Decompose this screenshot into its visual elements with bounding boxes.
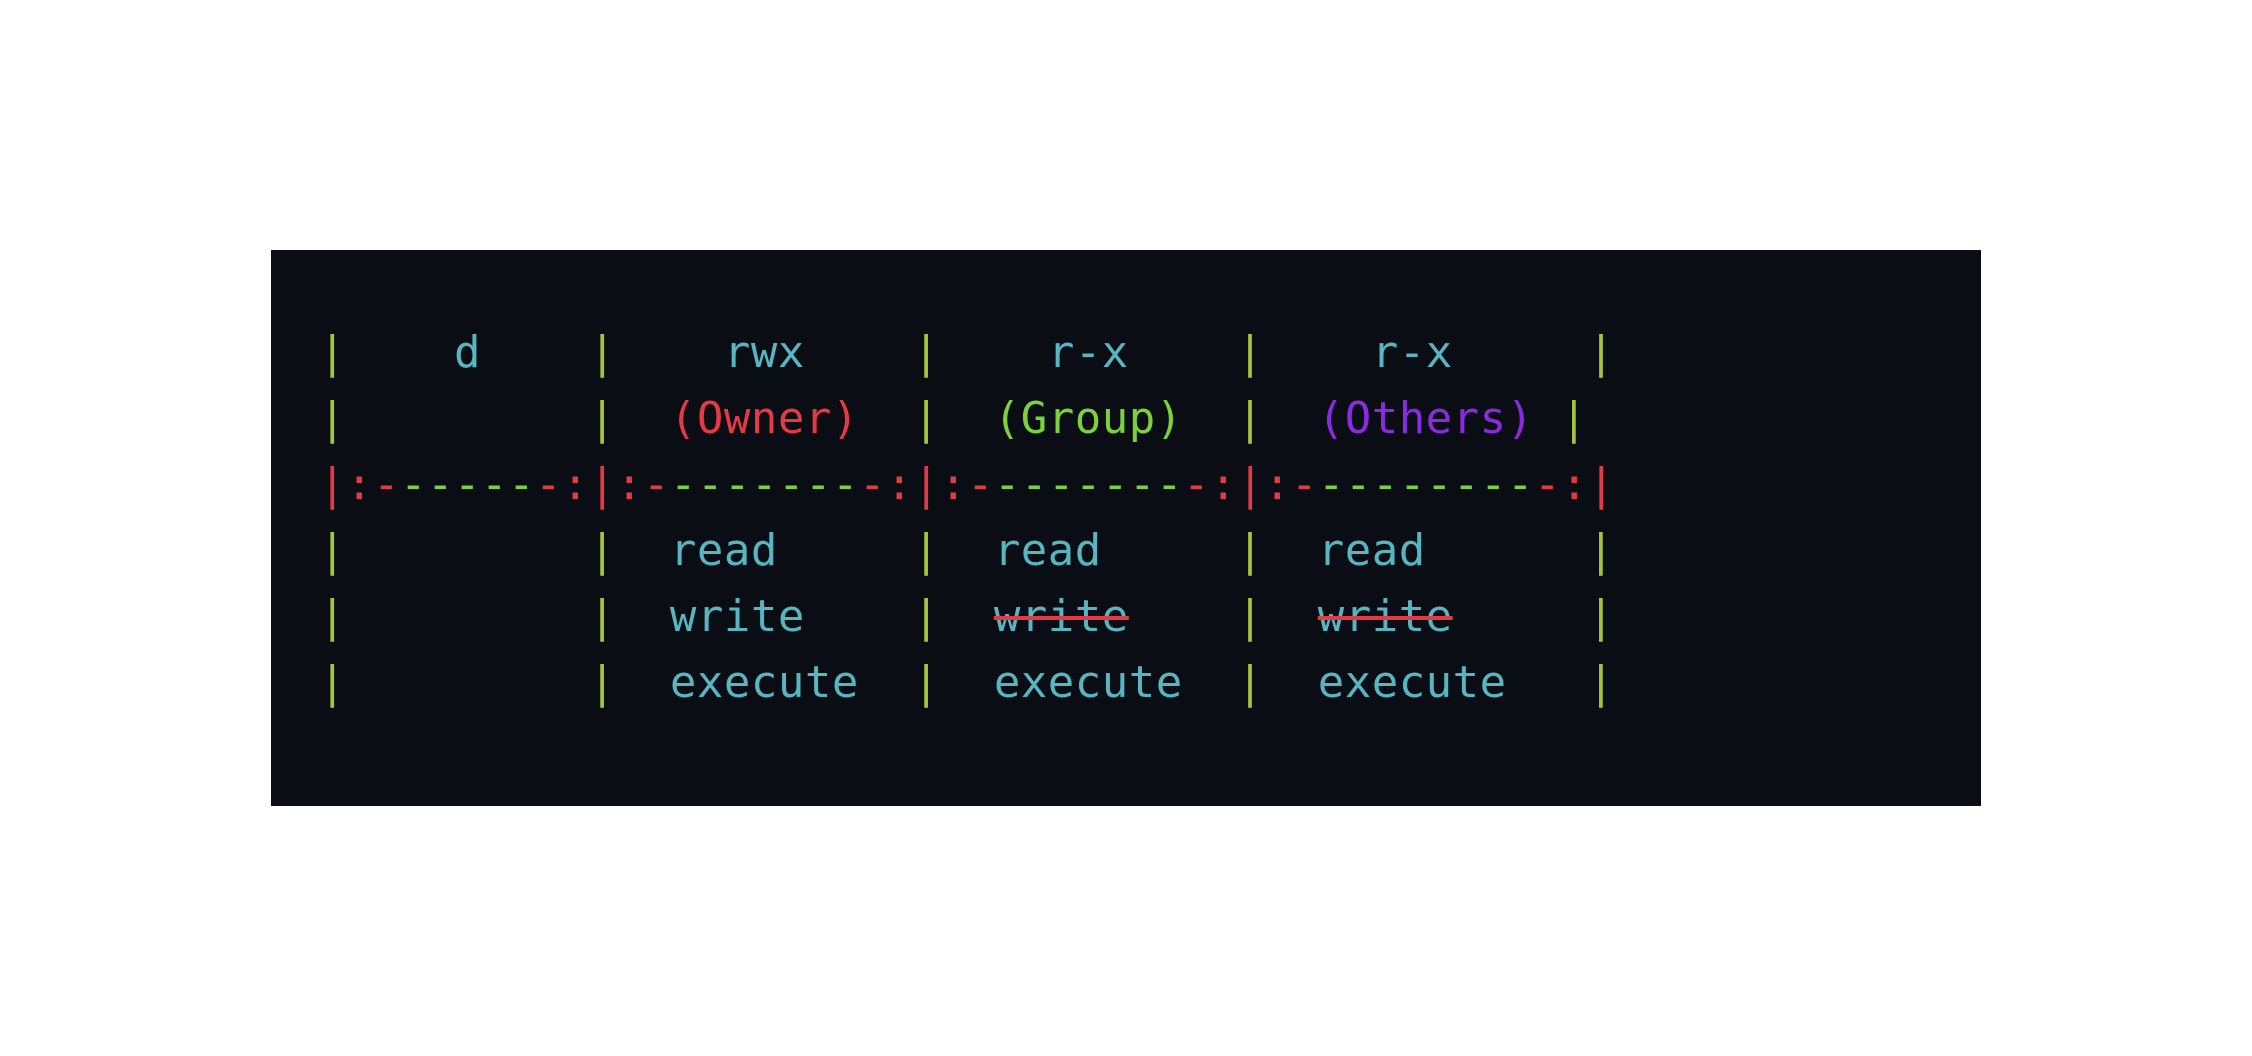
pipe-icon: |	[913, 657, 940, 708]
colon-icon: :	[886, 459, 913, 510]
pipe-icon: |	[319, 591, 346, 642]
dash-icon: -	[1075, 459, 1102, 510]
pipe-icon: |	[1588, 459, 1615, 510]
dash-icon: -	[508, 459, 535, 510]
dash-icon: -	[967, 459, 994, 510]
dash-icon: -	[1183, 459, 1210, 510]
dash-icon: -	[1453, 459, 1480, 510]
pipe-icon: |	[913, 327, 940, 378]
row-separator: |:-------:|:---------:|:---------:|:----…	[319, 452, 1933, 518]
pipe-icon: |	[1588, 657, 1615, 708]
dash-icon: -	[1102, 459, 1129, 510]
colon-icon: :	[346, 459, 373, 510]
perm-read-owner: read	[670, 525, 778, 576]
role-others: (Others)	[1318, 393, 1534, 444]
perm-read-group: read	[994, 525, 1102, 576]
perm-write-group-denied: write	[994, 591, 1129, 642]
flag-others: r-x	[1372, 327, 1453, 378]
perm-write-others-denied: write	[1318, 591, 1453, 642]
colon-icon: :	[940, 459, 967, 510]
pipe-icon: |	[319, 657, 346, 708]
dash-icon: -	[1021, 459, 1048, 510]
colon-icon: :	[1210, 459, 1237, 510]
row-write: | | write | write | write |	[319, 584, 1933, 650]
pipe-icon: |	[1237, 327, 1264, 378]
flag-type: d	[454, 327, 481, 378]
pipe-icon: |	[913, 591, 940, 642]
flag-owner: rwx	[724, 327, 805, 378]
dash-icon: -	[697, 459, 724, 510]
dash-icon: -	[778, 459, 805, 510]
row-roles: | | (Owner) | (Group) | (Others) |	[319, 386, 1933, 452]
pipe-icon: |	[1237, 657, 1264, 708]
dash-icon: -	[454, 459, 481, 510]
dash-icon: -	[643, 459, 670, 510]
dash-icon: -	[1318, 459, 1345, 510]
dash-icon: -	[1345, 459, 1372, 510]
pipe-icon: |	[1237, 591, 1264, 642]
pipe-icon: |	[1237, 525, 1264, 576]
dash-icon: -	[1426, 459, 1453, 510]
dash-icon: -	[535, 459, 562, 510]
perm-execute-group: execute	[994, 657, 1183, 708]
dash-icon: -	[1291, 459, 1318, 510]
dash-icon: -	[481, 459, 508, 510]
perm-read-others: read	[1318, 525, 1426, 576]
pipe-icon: |	[913, 525, 940, 576]
perm-execute-owner: execute	[670, 657, 859, 708]
dash-icon: -	[1507, 459, 1534, 510]
perm-write-owner: write	[670, 591, 805, 642]
dash-icon: -	[373, 459, 400, 510]
pipe-icon: |	[589, 459, 616, 510]
dash-icon: -	[1048, 459, 1075, 510]
pipe-icon: |	[1561, 393, 1588, 444]
role-owner: (Owner)	[670, 393, 859, 444]
pipe-icon: |	[319, 525, 346, 576]
colon-icon: :	[1561, 459, 1588, 510]
row-execute: | | execute | execute | execute |	[319, 650, 1933, 716]
dash-icon: -	[400, 459, 427, 510]
dash-icon: -	[805, 459, 832, 510]
colon-icon: :	[616, 459, 643, 510]
dash-icon: -	[751, 459, 778, 510]
dash-icon: -	[1372, 459, 1399, 510]
pipe-icon: |	[1588, 327, 1615, 378]
pipe-icon: |	[589, 525, 616, 576]
dash-icon: -	[1534, 459, 1561, 510]
dash-icon: -	[724, 459, 751, 510]
pipe-icon: |	[1588, 591, 1615, 642]
pipe-icon: |	[319, 393, 346, 444]
row-flags: | d | rwx | r-x | r-x |	[319, 320, 1933, 386]
pipe-icon: |	[319, 459, 346, 510]
pipe-icon: |	[1237, 393, 1264, 444]
pipe-icon: |	[1237, 459, 1264, 510]
dash-icon: -	[427, 459, 454, 510]
row-read: | | read | read | read |	[319, 518, 1933, 584]
pipe-icon: |	[913, 393, 940, 444]
pipe-icon: |	[589, 393, 616, 444]
dash-icon: -	[1480, 459, 1507, 510]
permissions-diagram: | d | rwx | r-x | r-x | | | (Owner) | (G…	[271, 250, 1981, 806]
colon-icon: :	[562, 459, 589, 510]
colon-icon: :	[1264, 459, 1291, 510]
dash-icon: -	[832, 459, 859, 510]
perm-execute-others: execute	[1318, 657, 1507, 708]
dash-icon: -	[994, 459, 1021, 510]
pipe-icon: |	[913, 459, 940, 510]
dash-icon: -	[1399, 459, 1426, 510]
pipe-icon: |	[589, 657, 616, 708]
dash-icon: -	[670, 459, 697, 510]
dash-icon: -	[859, 459, 886, 510]
role-group: (Group)	[994, 393, 1183, 444]
flag-group: r-x	[1048, 327, 1129, 378]
pipe-icon: |	[589, 591, 616, 642]
dash-icon: -	[1156, 459, 1183, 510]
pipe-icon: |	[319, 327, 346, 378]
dash-icon: -	[1129, 459, 1156, 510]
pipe-icon: |	[589, 327, 616, 378]
pipe-icon: |	[1588, 525, 1615, 576]
